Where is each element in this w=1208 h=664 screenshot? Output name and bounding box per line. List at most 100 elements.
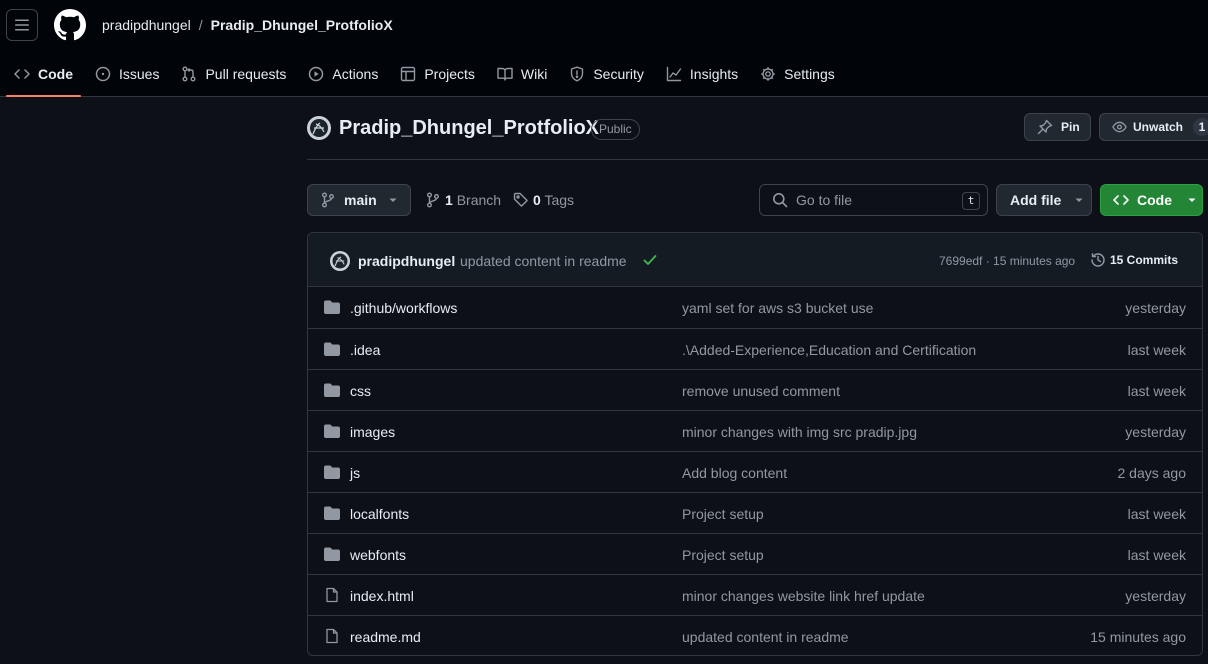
folder-icon: [324, 342, 340, 356]
tab-pull-requests[interactable]: Pull requests: [173, 56, 294, 92]
commit-hash-time[interactable]: 7699edf · 15 minutes ago: [939, 254, 1075, 268]
tab-pull-requests-label: Pull requests: [205, 66, 287, 82]
global-header: pradipdhungel / Pradip_Dhungel_Protfolio…: [0, 0, 1208, 97]
file-commit-message[interactable]: updated content in readme: [682, 629, 849, 645]
caret-down-icon: [1188, 198, 1196, 202]
tab-insights-label: Insights: [689, 66, 739, 82]
file-commit-message[interactable]: yaml set for aws s3 bucket use: [682, 300, 873, 316]
branch-name: main: [344, 192, 377, 208]
branch-selector[interactable]: main: [307, 184, 411, 216]
tab-security-label: Security: [593, 66, 644, 82]
tags-link[interactable]: 0 Tags: [533, 192, 574, 208]
history-icon: [1091, 253, 1105, 267]
unwatch-button[interactable]: Unwatch 1: [1099, 113, 1208, 141]
tab-actions[interactable]: Actions: [300, 56, 386, 92]
file-name-link[interactable]: index.html: [350, 588, 414, 604]
table-row[interactable]: localfonts Project setup last week: [308, 492, 1202, 533]
file-commit-date: last week: [1127, 547, 1186, 563]
table-icon: [401, 66, 416, 82]
tab-issues[interactable]: Issues: [87, 56, 167, 92]
visibility-badge: Public: [591, 119, 640, 140]
table-row[interactable]: images minor changes with img src pradip.…: [308, 410, 1202, 451]
commits-link[interactable]: 15 Commits: [1090, 252, 1178, 268]
book-icon: [497, 67, 513, 81]
search-icon: [773, 193, 788, 208]
commit-author[interactable]: pradipdhungel: [358, 253, 455, 269]
file-commit-message[interactable]: minor changes with img src pradip.jpg: [682, 424, 917, 440]
repo-nav: Code Issues Pull requests Actions Projec…: [0, 56, 843, 97]
file-commit-date: yesterday: [1125, 424, 1186, 440]
file-name-link[interactable]: .idea: [350, 342, 380, 358]
file-name-link[interactable]: images: [350, 424, 395, 440]
shield-icon: [571, 66, 584, 82]
file-icon: [326, 587, 338, 603]
tab-wiki[interactable]: Wiki: [489, 56, 555, 92]
file-commit-message[interactable]: Project setup: [682, 547, 764, 563]
code-icon: [1113, 195, 1129, 205]
breadcrumb-separator: /: [198, 17, 203, 33]
breadcrumb: pradipdhungel / Pradip_Dhungel_Protfolio…: [102, 17, 393, 33]
branch-icon: [427, 192, 439, 208]
folder-icon: [324, 506, 340, 520]
tag-count: 0: [533, 192, 541, 208]
tag-icon: [513, 192, 528, 207]
pin-button[interactable]: Pin: [1024, 113, 1091, 141]
tab-wiki-label: Wiki: [520, 66, 548, 82]
file-commit-message[interactable]: minor changes website link href update: [682, 588, 925, 604]
pin-icon: [1037, 119, 1053, 135]
file-name-link[interactable]: .github/workflows: [350, 300, 457, 316]
repo-title-row: Pradip_Dhungel_ProtfolioX Public Pin Unw…: [307, 113, 1208, 160]
branch-icon: [322, 192, 334, 208]
file-commit-date: last week: [1127, 506, 1186, 522]
file-name-link[interactable]: webfonts: [350, 547, 406, 563]
branches-link[interactable]: 1 Branch: [445, 192, 501, 208]
file-name-link[interactable]: localfonts: [350, 506, 409, 522]
tab-settings[interactable]: Settings: [752, 56, 843, 92]
file-commit-message[interactable]: .\Added-Experience,Education and Certifi…: [682, 342, 976, 358]
table-row[interactable]: .idea .\Added-Experience,Education and Ce…: [308, 328, 1202, 369]
commit-message[interactable]: updated content in readme: [460, 253, 627, 269]
commits-label: 15 Commits: [1110, 253, 1179, 267]
go-to-file-placeholder: Go to file: [796, 192, 853, 208]
file-commit-message[interactable]: Add blog content: [682, 465, 787, 481]
pin-label: Pin: [1061, 120, 1080, 134]
table-row[interactable]: js Add blog content 2 days ago: [308, 451, 1202, 492]
table-row[interactable]: webfonts Project setup last week: [308, 533, 1202, 574]
tab-code[interactable]: Code: [6, 56, 81, 97]
table-row[interactable]: readme.md updated content in readme 15 min…: [308, 615, 1202, 655]
tab-projects[interactable]: Projects: [392, 56, 483, 92]
tab-security[interactable]: Security: [561, 56, 652, 92]
file-commit-message[interactable]: remove unused comment: [682, 383, 840, 399]
repo-owner-avatar[interactable]: [307, 116, 331, 140]
table-row[interactable]: .github/workflows yaml set for aws s3 buc…: [308, 287, 1202, 328]
add-file-label: Add file: [1010, 192, 1062, 208]
table-row[interactable]: css remove unused comment last week: [308, 369, 1202, 410]
eye-icon: [1112, 121, 1127, 133]
table-row[interactable]: index.html minor changes website link hre…: [308, 574, 1202, 615]
file-name-link[interactable]: readme.md: [350, 629, 421, 645]
file-name-link[interactable]: js: [350, 465, 360, 481]
code-button[interactable]: Code: [1100, 184, 1203, 216]
go-to-file-input[interactable]: Go to file t: [759, 184, 988, 216]
check-icon[interactable]: [642, 252, 658, 268]
tag-word: Tags: [544, 192, 575, 208]
tab-insights[interactable]: Insights: [658, 56, 746, 92]
file-toolbar: main 1 Branch 0 Tags Go to file t Add fi…: [307, 184, 1203, 216]
tab-settings-label: Settings: [784, 66, 835, 82]
hamburger-icon: [15, 19, 29, 31]
code-icon: [14, 69, 30, 79]
add-file-button[interactable]: Add file: [996, 184, 1092, 216]
issue-icon: [95, 66, 111, 82]
folder-icon: [324, 383, 340, 397]
breadcrumb-owner-link[interactable]: pradipdhungel: [102, 17, 191, 33]
github-logo-icon[interactable]: [54, 9, 86, 41]
gear-icon: [761, 67, 775, 81]
breadcrumb-repo-link[interactable]: Pradip_Dhungel_ProtfolioX: [211, 17, 393, 33]
file-commit-date: yesterday: [1125, 588, 1186, 604]
file-name-link[interactable]: css: [350, 383, 371, 399]
play-icon: [309, 66, 324, 82]
file-commit-message[interactable]: Project setup: [682, 506, 764, 522]
repo-title[interactable]: Pradip_Dhungel_ProtfolioX: [339, 117, 599, 140]
menu-button[interactable]: [6, 9, 38, 41]
commit-author-avatar[interactable]: [330, 251, 350, 271]
